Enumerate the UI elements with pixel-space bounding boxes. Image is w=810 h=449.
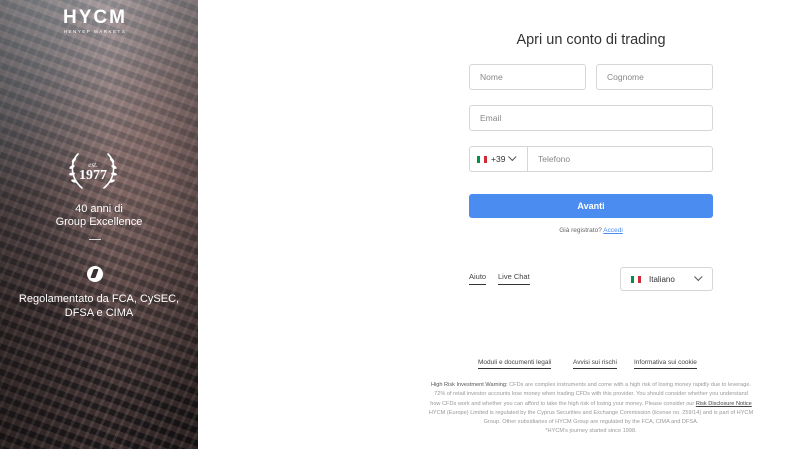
next-button[interactable]: Avanti — [469, 194, 713, 218]
italy-flag-icon — [631, 275, 641, 283]
login-prompt: Già registrato? Accedi — [469, 227, 713, 234]
live-chat-link[interactable]: Live Chat — [498, 272, 530, 285]
page-title: Apri un conto di trading — [516, 32, 666, 48]
cookie-policy-link[interactable]: Informativa sui cookie — [634, 359, 697, 369]
anniversary-subheading: Group Excellence — [55, 216, 143, 228]
risk-disclaimer: High Risk Investment Warning: CFDs are c… — [428, 382, 754, 435]
phone-input[interactable] — [528, 147, 712, 171]
country-code-select[interactable]: +39 — [470, 147, 528, 171]
seal-year: 1977 — [79, 168, 107, 183]
first-name-input[interactable] — [469, 64, 586, 90]
regulation-text-2: DFSA e CIMA — [64, 307, 134, 319]
risk-disclosure-link[interactable]: Risk Disclosure Notice — [696, 401, 752, 407]
last-name-input[interactable] — [596, 64, 713, 90]
phone-field: +39 — [469, 146, 713, 172]
regulation-text: Regolamentato da FCA, CySEC, — [18, 293, 180, 305]
login-link[interactable]: Accedi — [603, 227, 623, 234]
legal-documents-link[interactable]: Moduli e documenti legali — [478, 359, 552, 369]
chevron-down-icon — [694, 272, 703, 282]
regulation-icon — [87, 266, 103, 282]
language-value: Italiano — [649, 274, 675, 284]
risk-warnings-link[interactable]: Avvisi sui rischi — [573, 359, 617, 369]
country-code-value: +39 — [491, 154, 506, 164]
hero-divider — [89, 239, 101, 240]
email-input[interactable] — [469, 105, 713, 131]
anniversary-heading: 40 anni di — [75, 203, 123, 215]
hycm-logo[interactable]: HYCM HENYEP MARKETS — [60, 7, 130, 35]
italy-flag-icon — [477, 155, 487, 163]
logo-subtext: HENYEP MARKETS — [63, 29, 127, 34]
help-link[interactable]: Aiuto — [469, 272, 487, 285]
already-registered-text: Già registrato? — [559, 227, 602, 234]
chevron-down-icon — [508, 152, 517, 162]
logo-text: HYCM — [63, 7, 127, 28]
est-1977-seal-icon: est. 1977 — [64, 148, 122, 192]
language-select[interactable]: Italiano — [620, 267, 713, 291]
hero-panel: HYCM HENYEP MARKETS est. 1977 40 anni di… — [0, 0, 198, 449]
warning-label: High Risk Investment Warning: — [430, 382, 508, 388]
